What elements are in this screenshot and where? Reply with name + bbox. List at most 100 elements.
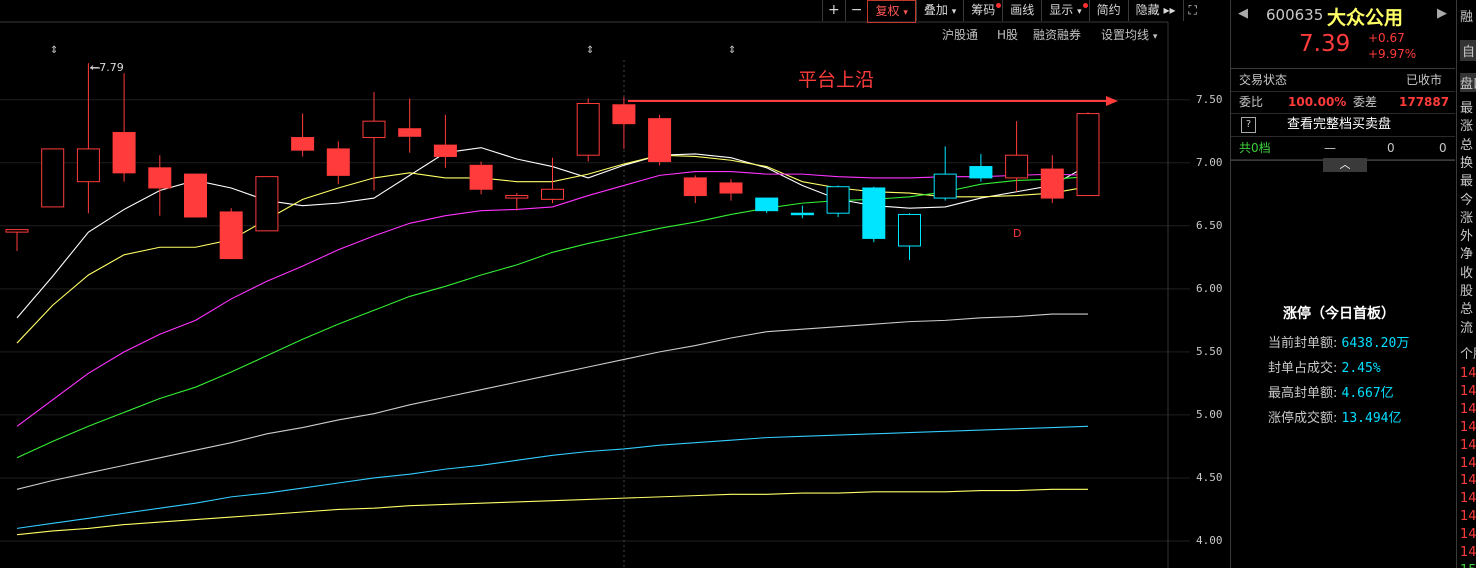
candle[interactable] bbox=[648, 114, 672, 166]
y-tick-label: 6.00 bbox=[1196, 281, 1223, 295]
zoom-out-button[interactable]: − bbox=[844, 0, 868, 21]
strip-item: 净 bbox=[1460, 247, 1474, 263]
candle[interactable] bbox=[469, 161, 493, 195]
strip-item: 涨 bbox=[1460, 119, 1474, 135]
candle-body bbox=[112, 132, 136, 174]
fuquan-dropdown[interactable]: 复权 ▾ bbox=[867, 0, 916, 23]
trade-time: 14 bbox=[1460, 491, 1476, 507]
overlay-label: 叠加 bbox=[923, 3, 948, 17]
candle-body bbox=[362, 120, 386, 139]
candle[interactable] bbox=[398, 98, 422, 153]
candle[interactable] bbox=[219, 208, 243, 260]
candle[interactable] bbox=[326, 141, 350, 185]
candle[interactable] bbox=[5, 229, 29, 252]
next-stock-icon[interactable]: ▶ bbox=[1437, 6, 1447, 21]
trade-time: 14 bbox=[1460, 545, 1476, 560]
margin-trading-link[interactable]: 融资融券 bbox=[1033, 26, 1081, 43]
candle-body bbox=[576, 103, 600, 156]
notification-dot-icon bbox=[1082, 3, 1088, 8]
candle[interactable] bbox=[576, 98, 600, 162]
candle-body bbox=[41, 148, 65, 208]
chips-button[interactable]: 筹码 bbox=[963, 0, 1002, 21]
strip-item: 换 bbox=[1460, 155, 1474, 171]
candle-body bbox=[969, 166, 993, 179]
overlay-dropdown[interactable]: 叠加 ▾ bbox=[915, 0, 963, 21]
candle[interactable] bbox=[612, 97, 636, 149]
levels-row: 共0档 — 0 0 bbox=[1231, 137, 1455, 160]
drag-marker-icon[interactable]: ⇕ bbox=[728, 45, 736, 56]
candle[interactable] bbox=[433, 114, 457, 168]
chart-toolbar: + − 复权 ▾ 叠加 ▾ 筹码 画线 显示 ▾ 简约 隐藏 ▸▸ ⛶ bbox=[822, 0, 1202, 23]
candle[interactable] bbox=[184, 173, 207, 218]
y-tick-label: 4.50 bbox=[1196, 470, 1223, 484]
candle-body bbox=[326, 148, 350, 176]
collapse-divider bbox=[1231, 160, 1455, 161]
help-icon[interactable]: ? bbox=[1241, 117, 1256, 133]
candle-body bbox=[755, 197, 779, 212]
stat-label: 当前封单额: bbox=[1268, 336, 1338, 351]
candle[interactable] bbox=[862, 186, 886, 243]
stat-label: 涨停成交额: bbox=[1268, 411, 1338, 426]
candle[interactable] bbox=[790, 205, 814, 219]
candle[interactable] bbox=[826, 185, 850, 217]
candle[interactable] bbox=[719, 179, 743, 201]
hide-button[interactable]: 隐藏 ▸▸ bbox=[1127, 0, 1183, 21]
candle[interactable] bbox=[683, 175, 707, 204]
candle-body bbox=[291, 137, 315, 151]
candle-body bbox=[933, 173, 957, 199]
ma-settings-dropdown[interactable]: 设置均线 ▾ bbox=[1101, 26, 1157, 43]
order-book-row[interactable]: ? 查看完整档买卖盘 bbox=[1231, 114, 1455, 137]
hide-label: 隐藏 ▸▸ bbox=[1135, 3, 1176, 17]
prev-stock-icon[interactable]: ◀ bbox=[1238, 6, 1248, 21]
candle[interactable] bbox=[969, 153, 993, 182]
candle[interactable] bbox=[505, 193, 529, 211]
fuquan-label: 复权 bbox=[875, 4, 900, 18]
strip-item: 股 bbox=[1460, 284, 1474, 299]
candle-body bbox=[826, 186, 850, 214]
y-tick-label: 7.50 bbox=[1196, 92, 1223, 106]
self-select-tab[interactable]: 自 bbox=[1460, 40, 1476, 61]
financing-tab[interactable]: 融 bbox=[1460, 6, 1473, 25]
candle[interactable] bbox=[112, 73, 136, 182]
stat-label: 最高封单额: bbox=[1268, 386, 1338, 401]
candle-body bbox=[76, 148, 100, 183]
candle-body bbox=[219, 211, 243, 260]
candle[interactable] bbox=[362, 92, 386, 191]
full-order-book-link[interactable]: 查看完整档买卖盘 bbox=[1287, 114, 1391, 136]
candle-body bbox=[683, 177, 707, 197]
kline-chart[interactable]: ⇕ ⇕ ⇕ + − 复权 ▾ 叠加 ▾ 筹码 画线 显示 ▾ 简约 隐藏 ▸▸ … bbox=[0, 0, 1230, 568]
candle[interactable] bbox=[755, 197, 779, 214]
candle[interactable] bbox=[898, 213, 921, 260]
display-label: 显示 bbox=[1049, 3, 1074, 17]
candle[interactable] bbox=[291, 113, 315, 157]
candle[interactable] bbox=[41, 148, 65, 208]
trade-time: 14 bbox=[1460, 473, 1476, 489]
fullscreen-button[interactable]: ⛶ bbox=[1182, 0, 1202, 21]
drag-marker-icon[interactable]: ⇕ bbox=[586, 45, 594, 56]
drag-marker-icon[interactable]: ⇕ bbox=[50, 45, 58, 56]
candle[interactable] bbox=[76, 63, 100, 214]
candle[interactable] bbox=[255, 176, 279, 232]
stock-code: 600635 bbox=[1266, 6, 1324, 24]
weicha-label: 委差 bbox=[1353, 95, 1378, 109]
chevron-down-icon: ▾ bbox=[1077, 7, 1082, 17]
display-dropdown[interactable]: 显示 ▾ bbox=[1041, 0, 1088, 21]
strip-item: 收 bbox=[1460, 265, 1474, 281]
candle[interactable] bbox=[933, 146, 957, 201]
draw-line-button[interactable]: 画线 bbox=[1002, 0, 1041, 21]
detail-tab[interactable]: 个股 bbox=[1460, 343, 1476, 362]
candle[interactable] bbox=[1076, 112, 1100, 197]
simple-mode-button[interactable]: 简约 bbox=[1088, 0, 1128, 21]
h-share-link[interactable]: H股 bbox=[997, 26, 1018, 43]
strip-item: 最 bbox=[1460, 101, 1474, 116]
hk-connect-link[interactable]: 沪股通 bbox=[942, 26, 978, 43]
stat-row: 最高封单额: 4.667亿 bbox=[1268, 382, 1394, 401]
zoom-in-button[interactable]: + bbox=[822, 0, 845, 21]
pankou-tab[interactable]: 盘口 bbox=[1460, 73, 1476, 92]
candle-body bbox=[255, 176, 279, 232]
candle-body bbox=[648, 118, 672, 163]
trade-time: 14 bbox=[1460, 437, 1476, 453]
chart-svg bbox=[0, 21, 1190, 568]
candle[interactable] bbox=[148, 155, 172, 216]
candle-body bbox=[184, 173, 207, 218]
